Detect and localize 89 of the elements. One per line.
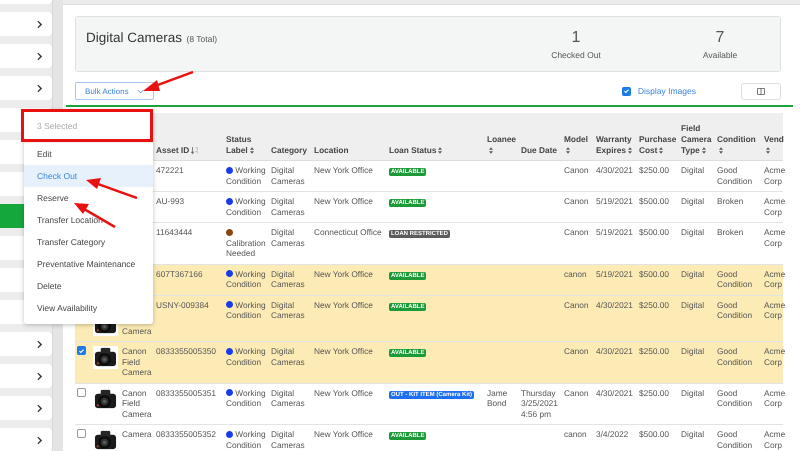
category-text: Digital Cameras (271, 429, 305, 450)
camera-type: Digital (681, 346, 704, 356)
condition-text: Good Condition (717, 388, 752, 408)
warranty-date: 3/4/2022 (596, 429, 628, 439)
asset-id: 0833355005350 (156, 346, 216, 356)
status-label: Working Condition (226, 300, 267, 320)
location-text: New York Office (314, 388, 373, 398)
asset-id: 607T367166 (156, 268, 203, 278)
purchase-cost: $250.00 (639, 388, 669, 398)
asset-id: USNY-009384 (156, 300, 209, 310)
warranty-date: 4/30/2021 (596, 388, 633, 398)
status-label: Working Condition (226, 388, 267, 408)
stat-value: 1 (572, 29, 580, 47)
category-text: Digital Cameras (271, 196, 305, 216)
category-text: Digital Cameras (271, 165, 305, 186)
condition-text: Good Condition (717, 429, 752, 450)
asset-id: 11643444 (156, 227, 192, 237)
status-label: Working Condition (226, 346, 267, 367)
camera-type: Digital (681, 227, 704, 237)
model-text: Canon (564, 346, 588, 356)
asset-id: 472221 (156, 165, 184, 175)
camera-type: Digital (681, 429, 704, 439)
status-label: Working Condition (226, 429, 267, 450)
warranty-date: 4/30/2021 (596, 300, 633, 310)
location-text: New York Office (314, 268, 373, 278)
purchase-cost: $250.00 (639, 300, 669, 310)
model-text: Canon (564, 165, 588, 175)
vendor-text: Acme Corp (764, 196, 786, 217)
location-text: New York Office (314, 429, 373, 439)
location-text: New York Office (314, 300, 373, 310)
model-text: canon (564, 429, 587, 439)
vendor-text: Acme Corp (764, 346, 786, 367)
asset-id: AU-993 (156, 196, 184, 206)
total-count: (8 Total) (186, 34, 218, 44)
camera-type: Digital (681, 196, 704, 206)
condition-text: Broken (717, 227, 744, 237)
warranty-date: 5/19/2021 (596, 196, 633, 206)
vendor-text: Acme Corp (764, 165, 786, 186)
category-text: Digital Cameras (271, 388, 305, 408)
category-text: Digital Cameras (271, 268, 305, 289)
condition-text: Broken (717, 196, 744, 206)
vendor-text: Acme Corp (764, 268, 786, 290)
purchase-cost: $250.00 (639, 346, 669, 356)
condition-text: Good Condition (717, 346, 752, 366)
purchase-cost: $500.00 (639, 268, 669, 278)
purchase-cost: $500.00 (639, 196, 669, 206)
condition-text: Good Condition (717, 268, 752, 289)
condition-text: Good Condition (717, 300, 752, 320)
warranty-date: 5/19/2021 (596, 227, 633, 237)
purchase-cost: $500.00 (639, 227, 669, 237)
model-text: Canon (564, 300, 588, 310)
location-text: New York Office (314, 196, 373, 206)
status-label: Working Condition (226, 268, 267, 290)
warranty-date: 5/19/2021 (596, 268, 633, 278)
asset-id: 0833355005352 (156, 429, 216, 439)
stat-label: Available (702, 50, 738, 60)
category-title: Digital Cameras (86, 30, 182, 45)
status-label: Working Condition (226, 165, 267, 186)
category-text: Digital Cameras (271, 346, 305, 366)
warranty-date: 4/30/2021 (596, 165, 633, 175)
selection-count: 3 Selected (37, 121, 78, 131)
status-label: Working Condition (226, 196, 267, 217)
vendor-text: Acme Corp (764, 388, 786, 408)
asset-id: 0833355005351 (156, 388, 216, 398)
vendor-text: Acme Corp (764, 227, 786, 248)
stat-value: 7 (716, 29, 724, 47)
camera-type: Digital (681, 268, 704, 278)
model-text: canon (564, 268, 587, 278)
stat-label: Checked Out (551, 50, 601, 60)
location-text: Connecticut Office (314, 227, 382, 237)
location-text: New York Office (314, 346, 373, 356)
vendor-text: Acme Corp (764, 300, 786, 320)
model-text: Canon (564, 196, 588, 206)
camera-type: Digital (681, 165, 704, 175)
warranty-date: 4/30/2021 (596, 346, 633, 356)
due-date-text: Thursday 3/25/2021 4:56 pm (521, 388, 558, 418)
vendor-text: Acme Corp (764, 429, 786, 450)
category-text: Digital Cameras (271, 300, 305, 320)
location-text: New York Office (314, 165, 373, 175)
status-label: Calibration Needed (226, 227, 267, 258)
camera-type: Digital (681, 300, 704, 310)
model-text: Canon (564, 227, 588, 237)
condition-text: Good Condition (717, 165, 752, 186)
purchase-cost: $250.00 (639, 165, 669, 175)
loanee-text: Jame Bond (487, 388, 508, 408)
camera-type: Digital (681, 388, 704, 398)
model-text: Canon (564, 388, 588, 398)
purchase-cost: $500.00 (639, 429, 669, 439)
category-text: Digital Cameras (271, 227, 305, 248)
